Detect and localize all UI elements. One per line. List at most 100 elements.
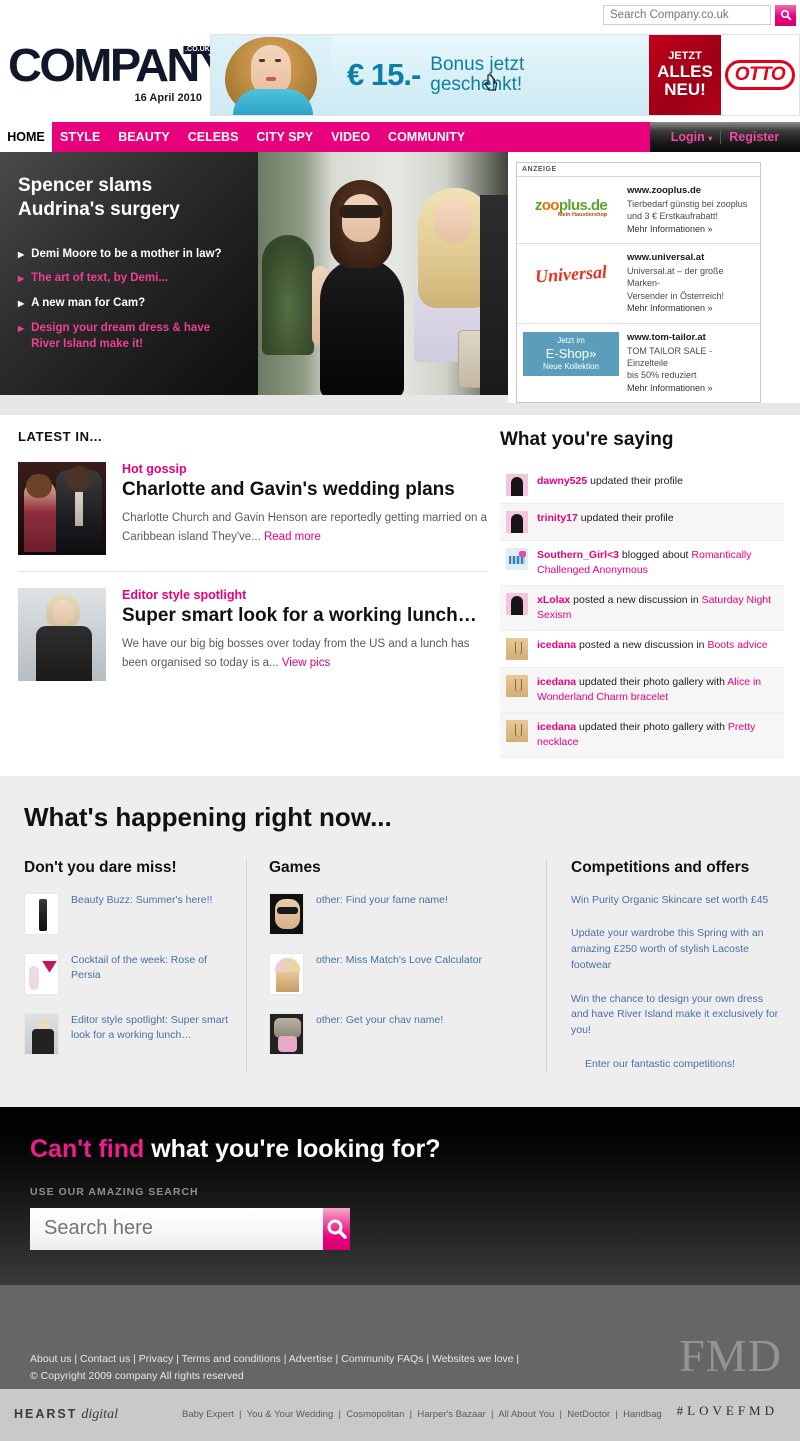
top-search-button[interactable] xyxy=(775,4,796,26)
footer-link-advertise[interactable]: Advertise xyxy=(289,1353,333,1365)
site-search-button[interactable] xyxy=(323,1207,350,1250)
nav-item-city-spy[interactable]: CITY SPY xyxy=(256,130,313,144)
site-header: COMPANY .CO.UK 16 April 2010 € 15.- Bonus… xyxy=(0,30,800,122)
story-title[interactable]: Super smart look for a working lunch… xyxy=(122,605,488,627)
list-item[interactable]: Editor style spotlight: Super smart look… xyxy=(24,1012,228,1055)
ad-item[interactable]: Jetzt im E-Shop» Neue Kollektion www.tom… xyxy=(517,324,760,403)
list-item[interactable]: other: Find your fame name! xyxy=(269,892,528,935)
activity-row[interactable]: icedana updated their photo gallery with… xyxy=(500,668,784,713)
list-item[interactable]: Beauty Buzz: Summer's here!! xyxy=(24,892,228,935)
nav-item-celebs[interactable]: CELEBS xyxy=(188,130,239,144)
ad-item-url[interactable]: www.universal.at xyxy=(627,252,754,265)
footer-link-contact-us[interactable]: Contact us xyxy=(80,1353,130,1365)
ad-item[interactable]: Universal www.universal.at Universal.at … xyxy=(517,244,760,324)
ad-item-url[interactable]: www.tom-tailor.at xyxy=(627,332,754,345)
girl-silhouette-avatar xyxy=(506,511,528,534)
ad-item-url[interactable]: www.zooplus.de xyxy=(627,185,754,198)
partner-link-harpers[interactable]: Harper's Bazaar xyxy=(417,1409,485,1420)
list-item[interactable]: other: Miss Match's Love Calculator xyxy=(269,952,528,995)
list-item-label[interactable]: other: Miss Match's Love Calculator xyxy=(316,953,482,968)
story-thumbnail[interactable] xyxy=(18,462,106,556)
hero-link-2[interactable]: ▶ A new man for Cam? xyxy=(18,296,242,312)
list-item-label[interactable]: other: Get your chav name! xyxy=(316,1013,443,1028)
nav-item-community[interactable]: COMMUNITY xyxy=(388,130,465,144)
footer-link-websites[interactable]: Websites we love xyxy=(432,1353,514,1365)
partner-link-netdoctor[interactable]: NetDoctor xyxy=(567,1409,610,1420)
story-title[interactable]: Charlotte and Gavin's wedding plans xyxy=(122,479,488,501)
partner-link-wedding[interactable]: You & Your Wedding xyxy=(247,1409,334,1420)
hero-headline[interactable]: Spencer slams Audrina's surgery xyxy=(18,174,242,223)
column-games: Games other: Find your fame name! other:… xyxy=(246,858,546,1073)
list-item[interactable]: Cocktail of the week: Rose of Persia xyxy=(24,952,228,995)
activity-action: posted a new discussion in xyxy=(576,639,708,652)
column-heading: Games xyxy=(269,858,321,876)
list-item-label[interactable]: Beauty Buzz: Summer's here!! xyxy=(71,893,212,908)
partner-link-baby-expert[interactable]: Baby Expert xyxy=(182,1409,234,1420)
hero-image[interactable] xyxy=(258,152,508,395)
footer-link-terms[interactable]: Terms and conditions xyxy=(182,1353,281,1365)
competitions-cta-link[interactable]: Enter our fantastic competitions! xyxy=(571,1057,782,1073)
activity-row[interactable]: xLolax posted a new discussion in Saturd… xyxy=(500,586,784,632)
bullet-triangle-icon: ▶ xyxy=(18,274,25,284)
list-item-label[interactable]: other: Find your fame name! xyxy=(316,893,448,908)
nav-item-video[interactable]: VIDEO xyxy=(331,130,370,144)
activity-username[interactable]: Southern_Girl<3 xyxy=(537,549,619,561)
hero-headline-line2: Audrina's surgery xyxy=(18,199,180,221)
competition-item[interactable]: Win the chance to design your own dress … xyxy=(571,992,782,1039)
list-item-label[interactable]: Editor style spotlight: Super smart look… xyxy=(71,1013,228,1043)
site-logo[interactable]: COMPANY .CO.UK xyxy=(8,42,229,88)
activity-text: icedana updated their photo gallery with… xyxy=(537,675,778,705)
main-navigation: HOME STYLE BEAUTY CELEBS CITY SPY VIDEO … xyxy=(0,122,800,152)
nav-item-home[interactable]: HOME xyxy=(0,122,52,152)
story-thumbnail[interactable] xyxy=(18,588,106,682)
story-read-more-link[interactable]: Read more xyxy=(264,531,321,543)
login-menu[interactable]: Login ▾ xyxy=(671,130,713,144)
activity-row[interactable]: trinity17 updated their profile xyxy=(500,504,784,542)
hero-link-1[interactable]: ▶ The art of text, by Demi... xyxy=(18,271,242,287)
ad-item-more[interactable]: Mehr Informationen » xyxy=(627,223,754,236)
activity-username[interactable]: icedana xyxy=(537,676,576,688)
hero-link-0[interactable]: ▶ Demi Moore to be a mother in law? xyxy=(18,247,242,263)
register-link[interactable]: Register xyxy=(729,130,779,144)
story-item[interactable]: Hot gossip Charlotte and Gavin's wedding… xyxy=(18,462,488,573)
activity-row[interactable]: icedana updated their photo gallery with… xyxy=(500,712,784,758)
nav-item-beauty[interactable]: BEAUTY xyxy=(118,130,169,144)
column-dont-you-dare-miss: Don't you dare miss! Beauty Buzz: Summer… xyxy=(24,859,246,1073)
nav-item-style[interactable]: STYLE xyxy=(60,130,100,144)
activity-row[interactable]: icedana posted a new discussion in Boots… xyxy=(500,631,784,669)
activity-username[interactable]: xLolax xyxy=(537,594,570,606)
list-item[interactable]: other: Get your chav name! xyxy=(269,1012,528,1055)
story-view-pics-link[interactable]: View pics xyxy=(282,657,330,669)
story-excerpt: Charlotte Church and Gavin Henson are re… xyxy=(122,509,488,546)
partner-link-handbag[interactable]: Handbag xyxy=(623,1409,662,1420)
partner-link-cosmopolitan[interactable]: Cosmopolitan xyxy=(346,1409,404,1420)
banner-price: € 15.- xyxy=(347,57,421,92)
activity-row[interactable]: Southern_Girl<3 blogged about Romantical… xyxy=(500,541,784,587)
story-kicker[interactable]: Hot gossip xyxy=(122,462,488,476)
footer-link-about-us[interactable]: About us xyxy=(30,1353,71,1365)
hearst-digital-logo: HEARST digital xyxy=(14,1407,182,1423)
ad-item-more[interactable]: Mehr Informationen » xyxy=(627,302,754,315)
competition-item[interactable]: Win Purity Organic Skincare set worth £4… xyxy=(571,893,782,909)
banner-advert[interactable]: € 15.- Bonus jetzt geschenkt! JETZT ALLE… xyxy=(210,34,800,116)
competition-item[interactable]: Update your wardrobe this Spring with an… xyxy=(571,926,782,973)
activity-username[interactable]: icedana xyxy=(537,721,576,733)
site-search-input[interactable] xyxy=(30,1207,323,1250)
activity-object[interactable]: Boots advice xyxy=(707,639,767,651)
ad-item-more[interactable]: Mehr Informationen » xyxy=(627,382,754,395)
activity-username[interactable]: dawny525 xyxy=(537,475,587,487)
story-item[interactable]: Editor style spotlight Super smart look … xyxy=(18,588,488,697)
list-item-label[interactable]: Cocktail of the week: Rose of Persia xyxy=(71,953,228,983)
footer-link-faqs[interactable]: Community FAQs xyxy=(341,1353,423,1365)
top-search-input[interactable] xyxy=(603,5,771,25)
activity-username[interactable]: trinity17 xyxy=(537,512,578,524)
bullet-triangle-icon: ▶ xyxy=(18,299,25,309)
hero-link-3[interactable]: ▶ Design your dream dress & have River I… xyxy=(18,321,242,353)
activity-row[interactable]: dawny525 updated their profile xyxy=(500,467,784,505)
ad-item[interactable]: zooplus.de Mein Haustiershop www.zooplus… xyxy=(517,177,760,245)
story-kicker[interactable]: Editor style spotlight xyxy=(122,588,488,602)
girl-silhouette-avatar xyxy=(506,474,528,497)
activity-username[interactable]: icedana xyxy=(537,639,576,651)
footer-link-privacy[interactable]: Privacy xyxy=(139,1353,173,1365)
partner-link-all-about-you[interactable]: All About You xyxy=(498,1409,554,1420)
